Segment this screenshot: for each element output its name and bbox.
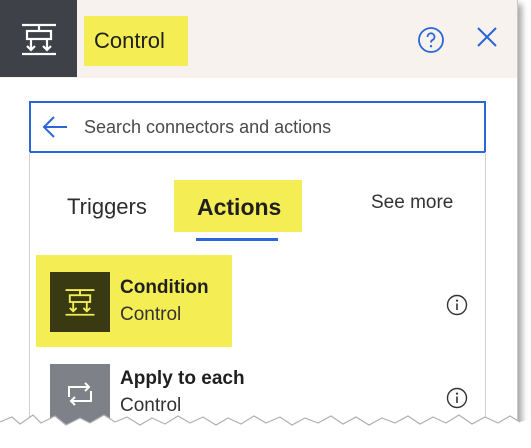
condition-icon bbox=[50, 272, 110, 332]
search-box bbox=[29, 101, 486, 153]
title-highlight: Control bbox=[84, 16, 188, 66]
panel-title: Control bbox=[94, 28, 165, 53]
tab-actions[interactable]: Actions bbox=[197, 194, 281, 221]
tab-triggers[interactable]: Triggers bbox=[67, 194, 147, 220]
info-icon[interactable] bbox=[446, 294, 468, 316]
panel-header: Control bbox=[0, 0, 517, 78]
item-title: Condition bbox=[120, 277, 209, 298]
item-subtitle: Control bbox=[120, 304, 182, 325]
help-icon[interactable] bbox=[417, 26, 445, 54]
search-input[interactable] bbox=[82, 115, 476, 139]
list-item-condition[interactable]: Condition Control bbox=[45, 265, 485, 340]
tab-selected-indicator bbox=[196, 238, 278, 241]
control-icon bbox=[0, 0, 77, 77]
item-title: Apply to each bbox=[120, 368, 245, 389]
see-more-link[interactable]: See more bbox=[371, 192, 453, 214]
close-icon[interactable] bbox=[474, 24, 500, 50]
torn-edge bbox=[0, 414, 531, 448]
back-arrow-icon[interactable] bbox=[40, 112, 70, 142]
